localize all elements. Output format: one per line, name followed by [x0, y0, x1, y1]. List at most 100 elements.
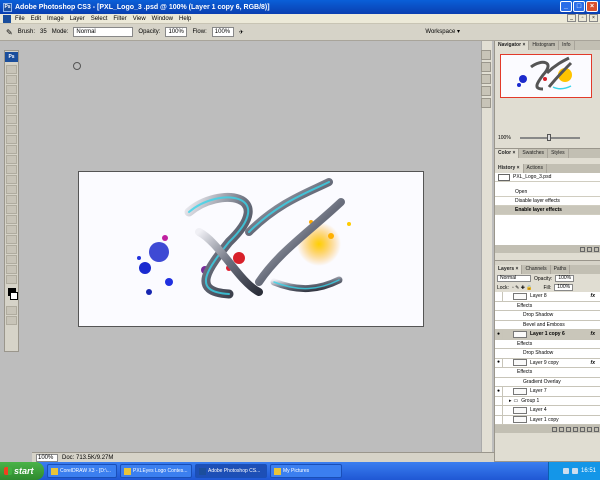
menu-edit[interactable]: Edit: [31, 16, 41, 22]
marquee-tool-icon[interactable]: [6, 74, 17, 84]
layer-fill-input[interactable]: 100%: [554, 284, 574, 291]
tab-styles[interactable]: Styles: [548, 149, 569, 158]
opacity-input[interactable]: 100%: [165, 27, 188, 37]
start-button[interactable]: start: [0, 462, 44, 480]
document-size-info[interactable]: Doc: 713.5K/9.27M: [62, 455, 113, 461]
layer-effects-icon[interactable]: fx: [591, 360, 595, 366]
brush-tool-icon[interactable]: ✎: [6, 28, 13, 37]
history-snapshot[interactable]: PXL_Logo_3.psd: [495, 173, 600, 182]
airbrush-icon[interactable]: ✈: [239, 29, 244, 36]
maximize-button[interactable]: □: [573, 1, 585, 12]
link-layers-icon[interactable]: [552, 426, 557, 432]
mode-select[interactable]: Normal: [73, 27, 134, 37]
history-brush-tool-icon[interactable]: [6, 154, 17, 164]
taskbar-item-my-pictures[interactable]: My Pictures: [270, 464, 342, 478]
blend-mode-select[interactable]: Normal: [497, 275, 531, 282]
clone-source-icon[interactable]: [481, 74, 491, 84]
layer-effects-icon[interactable]: fx: [591, 331, 595, 337]
doc-close-button[interactable]: ×: [589, 14, 598, 22]
zoom-tool-icon[interactable]: [6, 274, 17, 284]
visibility-eye-icon[interactable]: [495, 396, 503, 406]
pen-tool-icon[interactable]: [6, 204, 17, 214]
create-snapshot-icon[interactable]: [587, 246, 592, 252]
hand-tool-icon[interactable]: [6, 264, 17, 274]
clone-stamp-tool-icon[interactable]: [6, 144, 17, 154]
zoom-level-field[interactable]: 100%: [36, 453, 58, 462]
history-item-current[interactable]: Enable layer effects: [495, 206, 600, 215]
delete-state-icon[interactable]: [594, 246, 599, 252]
layer-row[interactable]: Layer 4: [495, 405, 600, 416]
brush-size-value[interactable]: 35: [40, 29, 47, 35]
blur-tool-icon[interactable]: [6, 184, 17, 194]
doc-restore-button[interactable]: ▫: [578, 14, 587, 22]
tab-layers[interactable]: Layers ×: [495, 265, 523, 274]
slice-tool-icon[interactable]: [6, 114, 17, 124]
layer-opacity-input[interactable]: 100%: [555, 275, 575, 282]
tab-info[interactable]: Info: [559, 41, 575, 50]
menu-filter[interactable]: Filter: [113, 16, 126, 22]
add-mask-icon[interactable]: [566, 426, 571, 432]
eraser-tool-icon[interactable]: [6, 164, 17, 174]
history-item[interactable]: Disable layer effects: [495, 197, 600, 206]
new-document-from-state-icon[interactable]: [580, 246, 585, 252]
network-icon[interactable]: [562, 468, 569, 474]
menu-view[interactable]: View: [133, 16, 146, 22]
layer-row[interactable]: Layer 1 copy: [495, 415, 600, 425]
visibility-eye-icon[interactable]: [495, 415, 503, 425]
layer-row-selected[interactable]: ● Layer 1 copy 6 fx: [495, 329, 600, 340]
layer-row[interactable]: ● Layer 9 copy fx: [495, 358, 600, 368]
crop-tool-icon[interactable]: [6, 104, 17, 114]
delete-layer-icon[interactable]: [594, 426, 599, 432]
taskbar-item-photoshop[interactable]: Adobe Photoshop CS...: [195, 464, 267, 478]
eyedropper-tool-icon[interactable]: [6, 254, 17, 264]
move-tool-icon[interactable]: [6, 64, 17, 74]
path-selection-tool-icon[interactable]: [6, 224, 17, 234]
layer-row[interactable]: ● Layer 7: [495, 386, 600, 397]
menu-help[interactable]: Help: [179, 16, 191, 22]
new-group-icon[interactable]: [580, 426, 585, 432]
layer-row[interactable]: Layer 8 fx: [495, 291, 600, 302]
flow-input[interactable]: 100%: [211, 27, 234, 37]
navigator-zoom-handle[interactable]: [547, 134, 551, 141]
close-button[interactable]: ×: [586, 1, 598, 12]
healing-brush-tool-icon[interactable]: [6, 124, 17, 134]
tab-channels[interactable]: Channels: [522, 265, 551, 274]
layer-group-row[interactable]: ▸ ▭ Group 1: [495, 396, 600, 406]
group-expand-icon[interactable]: ▸: [509, 398, 512, 404]
doc-minimize-button[interactable]: _: [567, 14, 576, 22]
visibility-eye-icon[interactable]: ●: [495, 358, 503, 368]
tab-swatches[interactable]: Swatches: [519, 149, 549, 158]
gradient-tool-icon[interactable]: [6, 174, 17, 184]
workspace-menu[interactable]: Workspace ▾: [425, 28, 460, 35]
menu-file[interactable]: File: [15, 16, 25, 22]
magic-wand-tool-icon[interactable]: [6, 94, 17, 104]
image-canvas[interactable]: [78, 171, 424, 327]
taskbar-item-coreldraw[interactable]: CorelDRAW X3 - [D:\...: [47, 464, 117, 478]
tab-histogram[interactable]: Histogram: [529, 41, 560, 50]
layer-effects-group[interactable]: Effects: [495, 339, 600, 349]
type-tool-icon[interactable]: [6, 214, 17, 224]
visibility-eye-icon[interactable]: ●: [495, 329, 503, 339]
visibility-eye-icon[interactable]: ●: [495, 386, 503, 396]
background-color-swatch[interactable]: [10, 292, 18, 300]
adjustment-layer-icon[interactable]: [573, 426, 578, 432]
navigator-preview[interactable]: [500, 54, 592, 98]
minimize-button[interactable]: _: [560, 1, 572, 12]
visibility-eye-icon[interactable]: [495, 291, 503, 301]
menu-select[interactable]: Select: [91, 16, 108, 22]
history-item[interactable]: Open: [495, 188, 600, 197]
lasso-tool-icon[interactable]: [6, 84, 17, 94]
tab-navigator[interactable]: Navigator ×: [495, 41, 530, 50]
brush-tool-icon[interactable]: [6, 134, 17, 144]
tab-color[interactable]: Color ×: [495, 149, 520, 158]
layer-effects-group[interactable]: Effects: [495, 368, 600, 378]
paragraph-icon[interactable]: [481, 98, 491, 108]
new-layer-icon[interactable]: [587, 426, 592, 432]
menu-window[interactable]: Window: [152, 16, 173, 22]
shape-tool-icon[interactable]: [6, 234, 17, 244]
menu-image[interactable]: Image: [47, 16, 64, 22]
info-icon[interactable]: [481, 86, 491, 96]
dodge-tool-icon[interactable]: [6, 194, 17, 204]
photoshop-menu-icon[interactable]: [3, 14, 11, 23]
navigator-zoom[interactable]: 100%: [498, 135, 511, 141]
